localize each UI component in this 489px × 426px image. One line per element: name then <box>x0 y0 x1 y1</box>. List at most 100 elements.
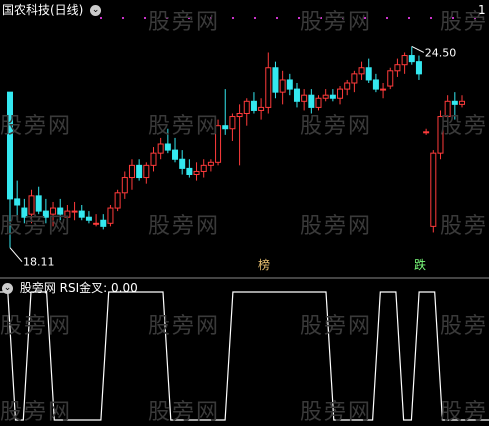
collapse-chevron-icon[interactable]: ⌄ <box>2 283 13 294</box>
grid-dot <box>254 17 256 19</box>
low-price-label: 18.11 <box>23 256 55 269</box>
grid-dot <box>122 17 124 19</box>
candle <box>329 89 336 102</box>
rsi-line <box>0 291 489 421</box>
candle <box>387 67 394 90</box>
candle-body <box>301 94 308 102</box>
candle-body <box>265 67 272 108</box>
candle <box>337 86 344 105</box>
grid-dot <box>144 17 146 19</box>
candle <box>243 98 250 126</box>
grid-dot <box>452 17 454 19</box>
candle <box>423 128 430 135</box>
candle <box>50 201 57 227</box>
candle-body <box>179 158 186 169</box>
candle <box>408 46 415 65</box>
candle-body <box>308 94 315 108</box>
collapse-chevron-icon[interactable]: ⌄ <box>90 5 102 16</box>
candle-body <box>337 88 344 99</box>
candle <box>71 201 78 221</box>
candle-body <box>21 207 28 218</box>
main-panel-header: 国农科技(日线) ⌄ <box>2 3 102 17</box>
candle <box>136 159 143 181</box>
candle <box>258 98 265 120</box>
candle <box>308 89 315 114</box>
candle-body <box>243 100 250 115</box>
candle <box>293 83 300 108</box>
candle <box>301 89 308 111</box>
candle-body <box>186 167 193 175</box>
high-marker-line <box>411 45 425 53</box>
candle-body <box>279 79 286 93</box>
candle-body <box>365 67 372 81</box>
sub-panel-title: 股旁网 RSI金叉: 0.00 <box>19 281 138 295</box>
candle-body <box>372 79 379 90</box>
candle-body <box>78 210 85 218</box>
candle <box>186 159 193 178</box>
candle <box>265 52 272 114</box>
candle <box>315 95 322 111</box>
candle-body <box>451 100 458 105</box>
candle-body <box>64 210 71 218</box>
signal-tag-left: 榜 <box>258 257 270 272</box>
candle <box>365 58 372 83</box>
candle-body <box>172 149 179 160</box>
candle <box>344 79 351 96</box>
candle <box>279 70 286 105</box>
grid-dot <box>100 17 102 19</box>
grid-dot <box>430 17 432 19</box>
candle-body <box>85 216 92 221</box>
candle <box>64 205 71 224</box>
candle <box>250 92 257 114</box>
candle-body <box>293 88 300 102</box>
candle <box>121 171 128 199</box>
candle-body <box>193 170 200 175</box>
candle-body <box>401 55 408 66</box>
candle <box>459 95 465 108</box>
candle <box>179 150 186 175</box>
candle <box>430 150 437 233</box>
candle <box>358 61 365 80</box>
candle <box>85 211 92 224</box>
candle-body <box>272 67 279 93</box>
candle <box>415 55 422 80</box>
candle-body <box>415 61 422 75</box>
candle-body <box>258 106 265 111</box>
candle-body <box>200 164 207 172</box>
grid-dot <box>408 17 410 19</box>
candle-body <box>150 152 157 166</box>
candle <box>444 95 451 123</box>
candle <box>42 198 49 224</box>
main-panel-corner-label: 1 <box>478 3 486 17</box>
candle-body <box>136 164 143 179</box>
candle <box>114 189 121 212</box>
candle-body <box>57 207 64 215</box>
candle-body <box>344 82 351 90</box>
sub-panel-header: ⌄ 股旁网 RSI金叉: 0.00 <box>2 281 138 295</box>
candle <box>372 73 379 93</box>
grid-dot <box>166 17 168 19</box>
candle-body <box>207 161 214 166</box>
candle <box>380 83 387 99</box>
candle <box>21 198 28 224</box>
candle <box>128 159 135 190</box>
rsi-series <box>0 291 489 421</box>
grid-dot <box>342 17 344 19</box>
candle-body <box>315 97 322 108</box>
candle-body <box>430 152 437 227</box>
candle-body <box>107 207 114 224</box>
grid-dots <box>100 17 476 19</box>
candle <box>222 89 229 135</box>
candle <box>14 180 21 221</box>
candle-body <box>286 79 293 90</box>
candle-body <box>121 177 128 194</box>
candle <box>451 92 458 120</box>
candle <box>229 113 236 141</box>
candle-body <box>387 70 394 87</box>
candle-body <box>444 100 451 118</box>
high-price-label: 24.50 <box>425 46 457 59</box>
candle-body <box>7 91 13 200</box>
candle-body <box>459 100 465 105</box>
candle <box>207 159 214 172</box>
candle <box>28 189 35 224</box>
